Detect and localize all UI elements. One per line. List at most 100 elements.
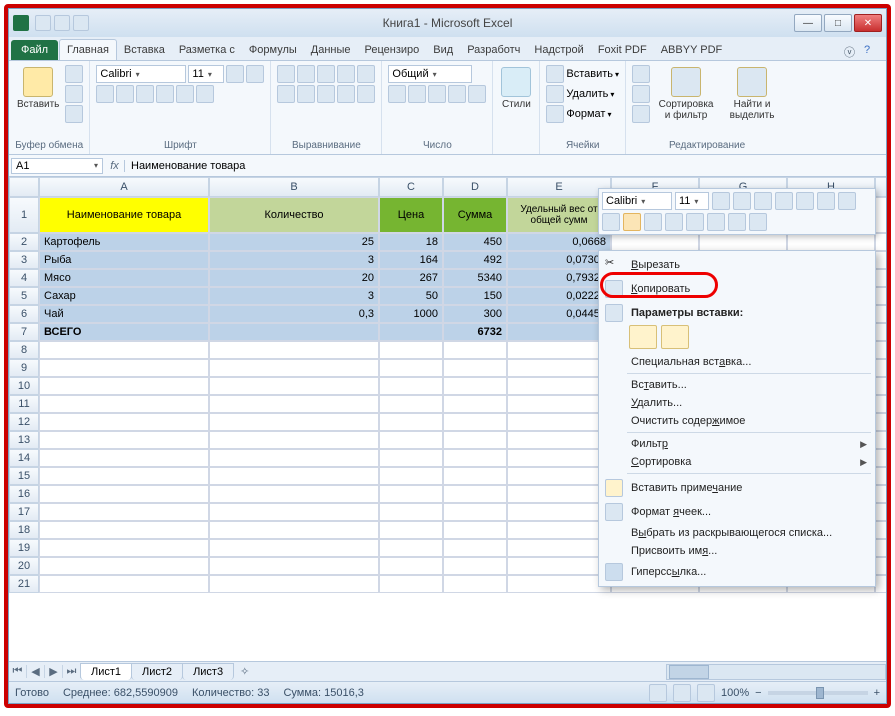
dec-decimal-icon[interactable] — [468, 85, 486, 103]
mini-dec-dec-icon[interactable] — [728, 213, 746, 231]
styles-button[interactable]: Стили — [499, 65, 533, 112]
row-header-19[interactable]: 19 — [9, 539, 39, 557]
file-tab[interactable]: Файл — [11, 40, 58, 60]
cell[interactable] — [379, 485, 443, 503]
row-header-14[interactable]: 14 — [9, 449, 39, 467]
redo-icon[interactable] — [73, 15, 89, 31]
save-icon[interactable] — [35, 15, 51, 31]
cell[interactable] — [507, 575, 611, 593]
cell[interactable] — [507, 413, 611, 431]
cell[interactable] — [379, 467, 443, 485]
cell[interactable] — [875, 287, 886, 305]
mini-font-color-icon[interactable] — [665, 213, 683, 231]
cell[interactable] — [507, 485, 611, 503]
sheet-first-icon[interactable]: ⏮ — [9, 665, 27, 678]
cell[interactable]: 25 — [209, 233, 379, 251]
cell[interactable]: Картофель — [39, 233, 209, 251]
cell[interactable] — [875, 521, 886, 539]
menu-cut[interactable]: ✂Вырезать — [599, 253, 875, 277]
underline-icon[interactable] — [136, 85, 154, 103]
mini-grow-font-icon[interactable] — [712, 192, 730, 210]
cell[interactable] — [875, 251, 886, 269]
menu-copy[interactable]: Копировать — [599, 277, 875, 301]
grow-font-icon[interactable] — [226, 65, 244, 83]
col-header-I[interactable]: I — [875, 177, 886, 197]
cell[interactable]: 20 — [209, 269, 379, 287]
cell[interactable] — [875, 305, 886, 323]
align-center-icon[interactable] — [297, 85, 315, 103]
view-layout-icon[interactable] — [673, 684, 691, 702]
cell[interactable] — [209, 503, 379, 521]
zoom-slider[interactable] — [768, 691, 868, 695]
select-all-corner[interactable] — [9, 177, 39, 197]
cell[interactable] — [875, 323, 886, 341]
cell[interactable]: 267 — [379, 269, 443, 287]
tab-formulas[interactable]: Формулы — [242, 40, 304, 60]
row-header-21[interactable]: 21 — [9, 575, 39, 593]
cell[interactable] — [443, 431, 507, 449]
tab-abbyy[interactable]: ABBYY PDF — [654, 40, 730, 60]
mini-fill-icon[interactable] — [644, 213, 662, 231]
sheet-tab-1[interactable]: Лист1 — [80, 663, 132, 680]
tab-insert[interactable]: Вставка — [117, 40, 172, 60]
tab-home[interactable]: Главная — [59, 39, 117, 60]
cell[interactable]: Мясо — [39, 269, 209, 287]
cell[interactable] — [875, 197, 886, 233]
row-header-20[interactable]: 20 — [9, 557, 39, 575]
cell[interactable]: 0,07308 — [507, 251, 611, 269]
cell[interactable] — [875, 503, 886, 521]
cell[interactable] — [39, 359, 209, 377]
tab-review[interactable]: Рецензиро — [358, 40, 427, 60]
cell[interactable] — [875, 449, 886, 467]
cell[interactable] — [39, 395, 209, 413]
cell[interactable]: Удельный вес от общей сумм — [507, 197, 611, 233]
col-header-A[interactable]: A — [39, 177, 209, 197]
view-break-icon[interactable] — [697, 684, 715, 702]
cell[interactable] — [507, 557, 611, 575]
merge-icon[interactable] — [357, 85, 375, 103]
cell[interactable] — [39, 521, 209, 539]
cell[interactable]: 492 — [443, 251, 507, 269]
col-header-E[interactable]: E — [507, 177, 611, 197]
cell[interactable] — [209, 557, 379, 575]
paste-option-2-icon[interactable] — [661, 325, 689, 349]
mini-percent-icon[interactable] — [775, 192, 793, 210]
zoom-in-button[interactable]: + — [874, 687, 880, 699]
row-header-18[interactable]: 18 — [9, 521, 39, 539]
cell[interactable] — [379, 323, 443, 341]
cell[interactable] — [507, 467, 611, 485]
sheet-prev-icon[interactable]: ◀ — [27, 665, 45, 678]
row-header-16[interactable]: 16 — [9, 485, 39, 503]
cell[interactable] — [379, 449, 443, 467]
cell[interactable] — [443, 557, 507, 575]
cell[interactable] — [443, 449, 507, 467]
zoom-out-button[interactable]: − — [755, 687, 761, 699]
maximize-button[interactable]: □ — [824, 14, 852, 32]
cell[interactable] — [875, 233, 886, 251]
cell[interactable]: Количество — [209, 197, 379, 233]
paste-button[interactable]: Вставить — [15, 65, 61, 112]
cell[interactable] — [507, 449, 611, 467]
cell[interactable]: 1000 — [379, 305, 443, 323]
cell[interactable] — [443, 467, 507, 485]
cell[interactable] — [443, 413, 507, 431]
fx-icon[interactable]: fx — [105, 160, 125, 172]
cell[interactable] — [507, 395, 611, 413]
border-icon[interactable] — [156, 85, 174, 103]
cell[interactable] — [209, 377, 379, 395]
cell[interactable] — [875, 269, 886, 287]
cell[interactable] — [209, 431, 379, 449]
align-top-icon[interactable] — [277, 65, 295, 83]
cell[interactable] — [875, 467, 886, 485]
row-header-15[interactable]: 15 — [9, 467, 39, 485]
inc-decimal-icon[interactable] — [448, 85, 466, 103]
cell[interactable] — [379, 557, 443, 575]
cell[interactable]: 450 — [443, 233, 507, 251]
mini-font-combo[interactable]: Calibri▾ — [602, 192, 672, 210]
italic-icon[interactable] — [116, 85, 134, 103]
sheet-tab-2[interactable]: Лист2 — [131, 663, 183, 680]
mini-shrink-font-icon[interactable] — [733, 192, 751, 210]
row-header-8[interactable]: 8 — [9, 341, 39, 359]
bold-icon[interactable] — [96, 85, 114, 103]
cell[interactable] — [443, 395, 507, 413]
